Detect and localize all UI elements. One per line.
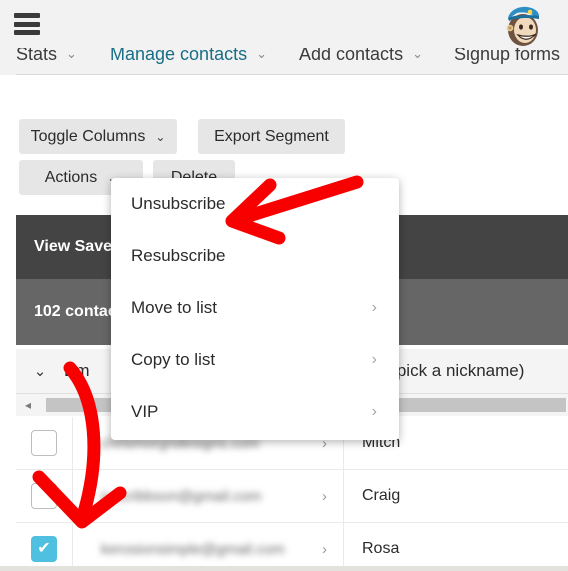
contacts-count-label: 102 contac: [34, 303, 117, 320]
menu-item-label: Unsubscribe: [131, 194, 226, 213]
chevron-right-icon: ›: [371, 403, 377, 420]
nav-item-label: Stats: [16, 48, 58, 64]
chevron-down-icon: ⌄: [412, 48, 423, 61]
row-email-value: g.scribbson@gmail.com: [101, 487, 262, 505]
nav-item-signup-forms[interactable]: Signup forms: [454, 48, 560, 65]
chevron-right-icon: ›: [371, 299, 377, 316]
row-checkbox[interactable]: [31, 483, 57, 509]
bottom-strip: [0, 566, 568, 571]
sort-chevron-down-icon[interactable]: ⌄: [16, 362, 64, 380]
row-name-value: Craig: [362, 487, 401, 504]
nav-item-label: Add contacts: [299, 48, 404, 64]
menu-item-move-to-list[interactable]: Move to list ›: [111, 282, 399, 334]
menu-item-label: Resubscribe: [131, 246, 226, 265]
chevron-down-icon: ⌄: [256, 48, 267, 61]
mailchimp-freddie-avatar[interactable]: [499, 3, 545, 48]
chevron-down-icon: ⌄: [66, 48, 77, 61]
chevron-down-icon: ⌄: [155, 129, 166, 144]
menu-item-label: Move to list: [131, 298, 217, 317]
row-checkbox-cell[interactable]: [16, 416, 73, 470]
row-checkbox-selected[interactable]: [31, 536, 57, 562]
hamburger-bar-3: [14, 30, 40, 35]
export-segment-button[interactable]: Export Segment: [198, 119, 345, 154]
nav-item-label: Signup forms: [454, 48, 561, 64]
hamburger-bar-1: [14, 13, 40, 18]
menu-item-copy-to-list[interactable]: Copy to list ›: [111, 334, 399, 386]
row-email-cell[interactable]: g.scribbson@gmail.com ›: [73, 469, 344, 523]
page-root: Stats ⌄ Manage contacts ⌄ Add contacts ⌄…: [0, 0, 568, 571]
row-name-value: Rosa: [362, 540, 400, 557]
row-email-value: kerosionsimple@gmail.com: [101, 540, 285, 558]
hamburger-bar-2: [14, 21, 40, 27]
primary-nav: Stats ⌄ Manage contacts ⌄ Add contacts ⌄…: [0, 48, 568, 75]
chevron-right-icon: ›: [371, 351, 377, 368]
nav-divider: [16, 74, 568, 75]
chevron-right-icon[interactable]: ›: [322, 488, 327, 505]
row-checkbox-cell[interactable]: [16, 522, 73, 571]
nav-item-add-contacts[interactable]: Add contacts ⌄: [299, 48, 423, 65]
nav-item-manage-contacts[interactable]: Manage contacts ⌄: [110, 48, 267, 65]
menu-item-unsubscribe[interactable]: Unsubscribe: [111, 178, 399, 230]
export-segment-label: Export Segment: [214, 127, 329, 145]
toggle-columns-label: Toggle Columns: [30, 127, 146, 145]
column-header-email[interactable]: Em: [64, 361, 90, 381]
hamburger-icon[interactable]: [14, 13, 40, 35]
top-bar: [0, 0, 568, 48]
menu-item-label: VIP: [131, 402, 159, 421]
table-row[interactable]: kerosionsimple@gmail.com › Rosa: [16, 522, 568, 571]
actions-label: Actions: [44, 168, 98, 186]
row-checkbox[interactable]: [31, 430, 57, 456]
scroll-left-arrow-icon[interactable]: ◂: [16, 398, 40, 412]
row-email-cell[interactable]: kerosionsimple@gmail.com ›: [73, 522, 344, 571]
view-saved-segments-label: View Saved: [34, 238, 122, 255]
actions-dropdown-menu[interactable]: Unsubscribe Resubscribe Move to list › C…: [111, 178, 399, 440]
chevron-right-icon[interactable]: ›: [322, 541, 327, 558]
menu-item-vip[interactable]: VIP ›: [111, 386, 399, 438]
nav-item-stats[interactable]: Stats ⌄: [16, 48, 77, 65]
nav-item-label: Manage contacts: [110, 48, 248, 64]
row-checkbox-cell[interactable]: [16, 469, 73, 523]
table-row[interactable]: g.scribbson@gmail.com › Craig: [16, 469, 568, 523]
menu-item-resubscribe[interactable]: Resubscribe: [111, 230, 399, 282]
menu-item-label: Copy to list: [131, 350, 216, 369]
toggle-columns-button[interactable]: Toggle Columns ⌄: [19, 119, 177, 154]
